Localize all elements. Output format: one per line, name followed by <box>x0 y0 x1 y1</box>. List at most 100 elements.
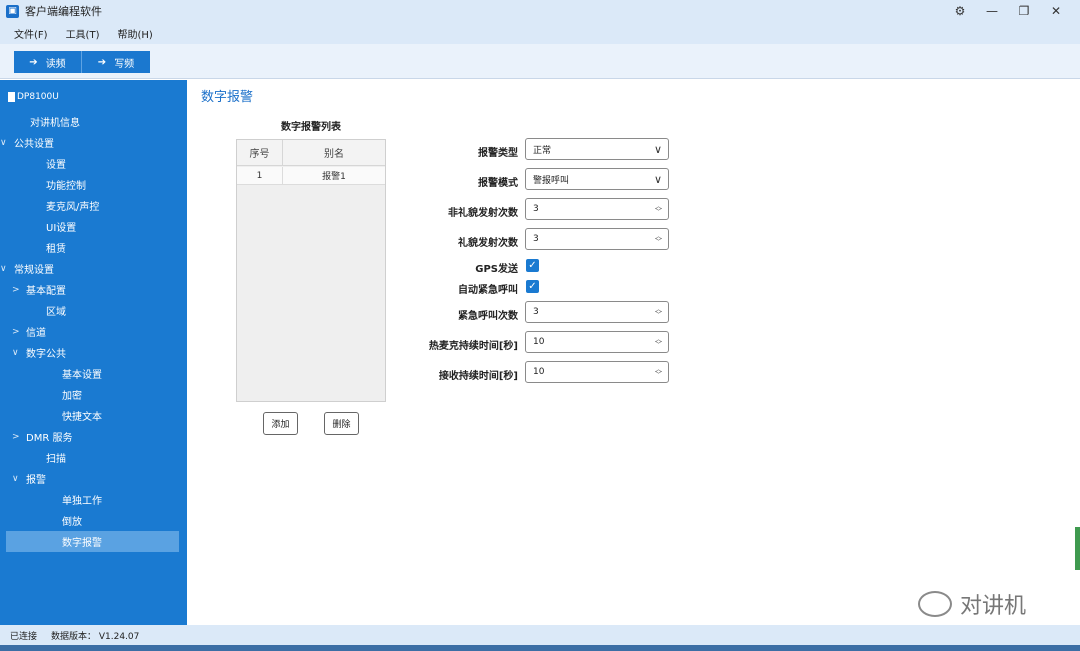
alarm-list-table: 序号 别名 1 报警1 <box>236 139 386 402</box>
table-row-alias[interactable]: 报警1 <box>283 167 385 185</box>
wechat-icon <box>918 591 952 617</box>
alarm-type-select[interactable]: 正常 ∨ <box>525 138 669 160</box>
sidebar-item-20[interactable]: 数字报警 <box>6 531 179 552</box>
alarm-mode-select[interactable]: 警报呼叫 ∨ <box>525 168 669 190</box>
read-icon: ➔ <box>29 56 38 68</box>
gps-send-checkbox[interactable]: ✓ <box>526 259 539 272</box>
column-header-index[interactable]: 序号 <box>237 140 283 166</box>
chevron-down-icon[interactable]: ∨ <box>0 264 14 274</box>
emergency-call-count-spinbox[interactable]: 3 ︿ ﹀ <box>525 301 669 323</box>
auto-emergency-call-checkbox[interactable]: ✓ <box>526 280 539 293</box>
chevron-down-icon: ∨ <box>653 172 662 186</box>
sidebar-item-18[interactable]: 单独工作 <box>0 489 187 510</box>
spinner-arrows-icon[interactable]: ︿ ﹀ <box>655 203 662 216</box>
sidebar-item-label: UI设置 <box>46 223 77 234</box>
menu-bar: 文件(F) 工具(T) 帮助(H) <box>0 22 1080 44</box>
non-courtesy-count-value: 3 <box>533 204 539 214</box>
sidebar-tree: DP8100U 对讲机信息 ∨ 公共设置 设置 功能控制 麦克风/声控 UI设置 租赁 ∨ 常规设… <box>0 80 187 625</box>
toolbar: ➔ 读频 ➔ 写频 <box>0 44 1080 79</box>
sidebar-item-14[interactable]: 快捷文本 <box>0 405 187 426</box>
read-label: 读频 <box>45 58 66 70</box>
device-icon <box>8 92 15 102</box>
receive-duration-spinbox[interactable]: 10 ︿ ﹀ <box>525 361 669 383</box>
sidebar-item-3[interactable]: 功能控制 <box>0 174 187 195</box>
spinner-arrows-icon[interactable]: ︿ ﹀ <box>655 306 662 319</box>
delete-button[interactable]: 删除 <box>324 412 359 435</box>
sidebar-item-16[interactable]: 扫描 <box>0 447 187 468</box>
chevron-right-icon[interactable]: > <box>12 285 26 295</box>
sidebar-item-17[interactable]: ∨ 报警 <box>0 468 187 489</box>
spinner-arrows-icon[interactable]: ︿ ﹀ <box>655 233 662 246</box>
sidebar-item-4[interactable]: 麦克风/声控 <box>0 195 187 216</box>
alarm-mode-value: 警报呼叫 <box>533 175 570 186</box>
courtesy-count-spinbox[interactable]: 3 ︿ ﹀ <box>525 228 669 250</box>
sidebar-item-label: 麦克风/声控 <box>46 202 100 213</box>
scroll-edge-indicator <box>1075 527 1080 570</box>
status-bar: 已连接 数据版本： V1.24.07 <box>0 625 1080 645</box>
sidebar-item-label: 扫描 <box>46 454 66 465</box>
sidebar-item-2[interactable]: 设置 <box>0 153 187 174</box>
write-icon: ➔ <box>97 56 107 68</box>
table-row-index[interactable]: 1 <box>237 167 283 185</box>
spinner-arrows-icon[interactable]: ︿ ﹀ <box>655 336 662 349</box>
sidebar-item-label: 公共设置 <box>14 139 54 150</box>
read-button[interactable]: ➔ 读频 <box>14 51 82 73</box>
sidebar-item-5[interactable]: UI设置 <box>0 216 187 237</box>
courtesy-count-value: 3 <box>533 234 539 244</box>
taskbar <box>0 645 1080 651</box>
sidebar-item-label: 设置 <box>46 160 66 171</box>
alarm-type-value: 正常 <box>533 145 552 156</box>
sidebar-item-label: 数字公共 <box>26 349 66 360</box>
sidebar-item-label: 基本配置 <box>26 286 66 297</box>
sidebar-item-label: 快捷文本 <box>62 412 102 423</box>
chevron-right-icon[interactable]: > <box>12 327 26 337</box>
restore-icon[interactable]: ❐ <box>1008 4 1040 18</box>
receive-duration-label: 接收持续时间[秒] <box>438 371 518 382</box>
chevron-down-icon[interactable]: ∨ <box>12 474 26 484</box>
sidebar-item-10[interactable]: > 信道 <box>0 321 187 342</box>
sidebar-item-19[interactable]: 倒放 <box>0 510 187 531</box>
hot-mic-duration-spinbox[interactable]: 10 ︿ ﹀ <box>525 331 669 353</box>
sidebar-item-label: 报警 <box>26 475 46 486</box>
gps-send-label: GPS发送 <box>475 264 518 275</box>
close-icon[interactable]: ✕ <box>1040 4 1072 18</box>
hot-mic-duration-label: 热麦克持续时间[秒] <box>428 341 518 352</box>
chevron-right-icon[interactable]: > <box>12 432 26 442</box>
chevron-down-icon[interactable]: ∨ <box>0 138 14 148</box>
title-bar: ▣ 客户端编程软件 ⚙ — ❐ ✕ <box>0 0 1080 22</box>
sidebar-item-label: DMR 服务 <box>26 433 73 444</box>
hot-mic-duration-value: 10 <box>533 337 545 347</box>
device-root[interactable]: DP8100U <box>8 92 59 102</box>
sidebar-item-15[interactable]: > DMR 服务 <box>0 426 187 447</box>
sidebar-item-7[interactable]: ∨ 常规设置 <box>0 258 187 279</box>
receive-duration-value: 10 <box>533 367 545 377</box>
menu-tools[interactable]: 工具(T) <box>66 26 100 41</box>
sidebar-item-label: 对讲机信息 <box>30 118 80 129</box>
sidebar-item-label: 数字报警 <box>62 538 102 549</box>
menu-file[interactable]: 文件(F) <box>14 26 48 41</box>
app-icon: ▣ <box>6 4 19 18</box>
spinner-arrows-icon[interactable]: ︿ ﹀ <box>655 366 662 379</box>
sidebar-item-1[interactable]: ∨ 公共设置 <box>0 132 187 153</box>
data-version: 数据版本： V1.24.07 <box>51 631 140 642</box>
non-courtesy-count-spinbox[interactable]: 3 ︿ ﹀ <box>525 198 669 220</box>
chevron-down-icon: ∨ <box>653 142 662 156</box>
window-controls: ⚙ — ❐ ✕ <box>944 0 1072 22</box>
minimize-icon[interactable]: — <box>976 4 1008 18</box>
sidebar-item-label: 常规设置 <box>14 265 54 276</box>
write-button[interactable]: ➔ 写频 <box>82 51 150 73</box>
settings-icon[interactable]: ⚙ <box>944 4 976 18</box>
sidebar-item-8[interactable]: > 基本配置 <box>0 279 187 300</box>
menu-help[interactable]: 帮助(H) <box>117 26 152 41</box>
sidebar-item-0[interactable]: 对讲机信息 <box>0 111 187 132</box>
sidebar-item-6[interactable]: 租赁 <box>0 237 187 258</box>
sidebar-item-9[interactable]: 区域 <box>0 300 187 321</box>
watermark-text: 对讲机 <box>960 594 1027 619</box>
chevron-down-icon[interactable]: ∨ <box>12 348 26 358</box>
sidebar-item-12[interactable]: 基本设置 <box>0 363 187 384</box>
sidebar-item-13[interactable]: 加密 <box>0 384 187 405</box>
watermark: 对讲机 <box>918 588 1026 620</box>
sidebar-item-11[interactable]: ∨ 数字公共 <box>0 342 187 363</box>
add-button[interactable]: 添加 <box>263 412 298 435</box>
column-header-alias[interactable]: 别名 <box>283 140 385 166</box>
